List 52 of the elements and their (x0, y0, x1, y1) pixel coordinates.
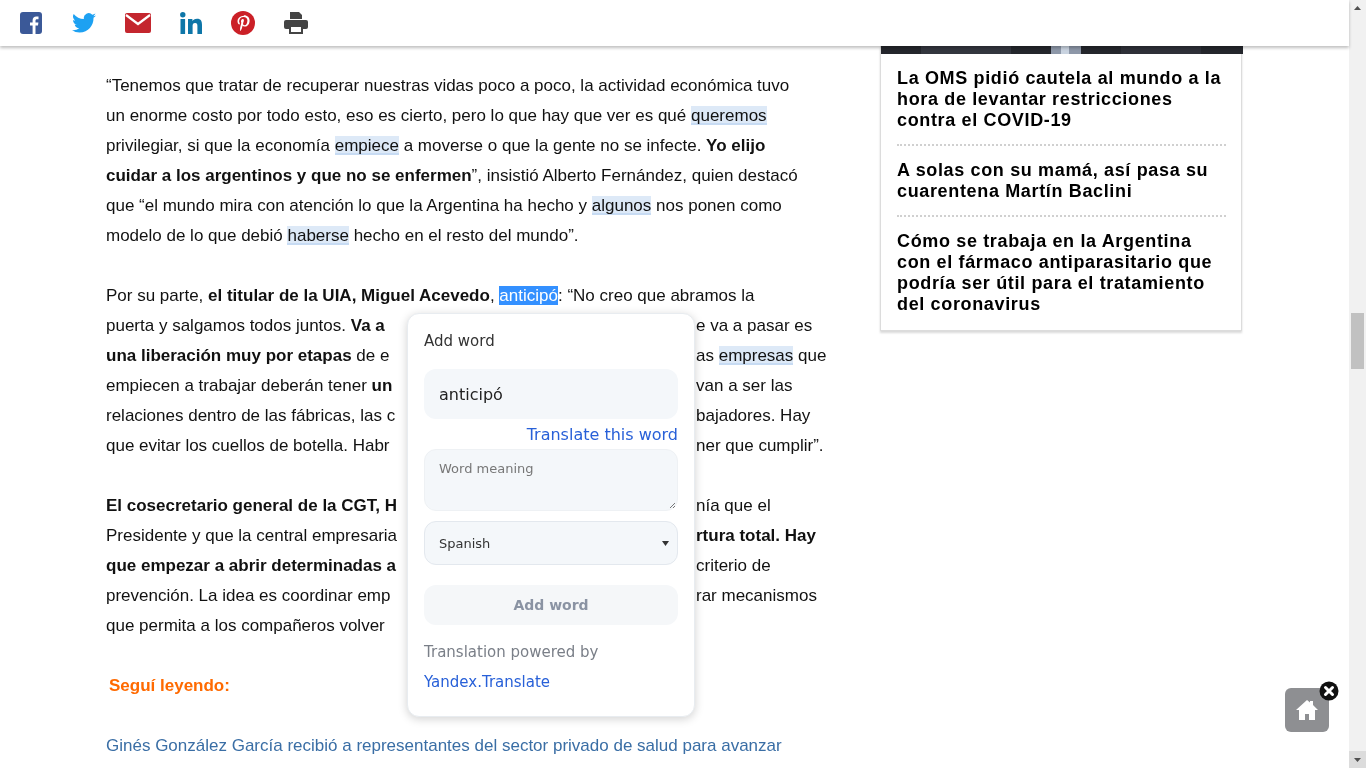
resize-grip-icon[interactable] (669, 502, 676, 509)
article-text: que permita a los compañeros volver (106, 615, 385, 637)
home-button[interactable] (1285, 688, 1329, 732)
translate-link[interactable]: Translate this word (526, 425, 678, 444)
pinterest-icon[interactable] (231, 11, 255, 35)
article-text: Por su parte, el titular de la UIA, Miguel Acevedo, anticipó: “No creo que abramos la (106, 285, 755, 307)
article-text: que evitar los cuellos de botella. Habr (106, 435, 390, 457)
powered-by-text: Translation powered by (424, 642, 600, 663)
facebook-icon[interactable] (19, 11, 43, 35)
provider-link[interactable]: Yandex.Translate (424, 671, 551, 693)
read-more-heading: Seguí leyendo: (109, 675, 230, 697)
scroll-down-icon[interactable] (1349, 751, 1366, 768)
article-text: modelo de lo que debió haberse hecho en el resto del mundo”. (106, 225, 579, 247)
article-text: criterio de (696, 555, 771, 577)
article-text: nía que el (696, 495, 771, 517)
article-text: van a ser las (696, 375, 793, 397)
headline-link[interactable]: Cómo se trabaja en la Argentina con el fármaco antiparasitario que podría ser útil para el tratamiento del coronavirus (897, 231, 1226, 315)
language-select[interactable]: Spanish (424, 521, 678, 565)
article-text: bajadores. Hay (696, 405, 811, 427)
linkedin-icon[interactable] (180, 12, 202, 34)
article-text: Presidente y que la central empresaria (106, 525, 398, 547)
article-text: puerta y salgamos todos juntos. Va a (106, 315, 385, 337)
envelope-icon[interactable] (125, 13, 151, 33)
popup-title: Add word (424, 331, 496, 351)
article-text: cuidar a los argentinos y que no se enfermen”, insistió Alberto Fernández, quien destacó (106, 165, 798, 187)
article-text: una liberación muy por etapas de e (106, 345, 390, 367)
article-text: ner que cumplir”. (696, 435, 824, 457)
bird-icon[interactable] (72, 13, 96, 33)
article-text: rtura total. Hay (696, 525, 816, 547)
close-icon[interactable] (1319, 681, 1339, 701)
article-text: “Tenemos que tratar de recuperar nuestras vidas poco a poco, la actividad económica tuvo (106, 75, 790, 97)
headline-link[interactable]: La OMS pidió cautela al mundo a la hora de levantar restricciones contra el COVID-19 (897, 68, 1226, 131)
article-text: as empresas que (696, 345, 827, 367)
headline-link[interactable]: A solas con su mamá, así pasa su cuarentena Martín Baclini (897, 160, 1226, 202)
article-text: e va a pasar es (696, 315, 813, 337)
article-text: El cosecretario general de la CGT, H (106, 495, 397, 517)
article-text: que “el mundo mira con atención lo que la Argentina ha hecho y algunos nos ponen como (106, 195, 782, 217)
scrollbar-thumb[interactable] (1351, 313, 1364, 369)
home-icon (1295, 699, 1319, 721)
article-text: que empezar a abrir determinadas a (106, 555, 397, 577)
printer-icon[interactable] (284, 12, 308, 34)
article-text: un enorme costo por todo esto, eso es cierto, pero lo que hay que ver es qué queremos (106, 105, 767, 127)
caret-icon (662, 540, 669, 546)
article-text: empiecen a trabajar deberán tener un (106, 375, 393, 397)
word-input[interactable]: anticipó (424, 369, 678, 419)
article-text: rar mecanismos (696, 585, 817, 607)
meaning-field[interactable]: Word meaning (424, 449, 678, 511)
related-article-link[interactable]: Ginés González García recibió a representantes del sector privado de salud para avanzar (106, 731, 846, 761)
article-text: privilegiar, si que la economía empiece a moverse o que la gente no se infecte. Yo elijo (106, 135, 766, 157)
article-text: prevención. La idea es coordinar emp (106, 585, 391, 607)
article-text: relaciones dentro de las fábricas, las c (106, 405, 396, 427)
scrollbar[interactable] (1349, 0, 1366, 768)
